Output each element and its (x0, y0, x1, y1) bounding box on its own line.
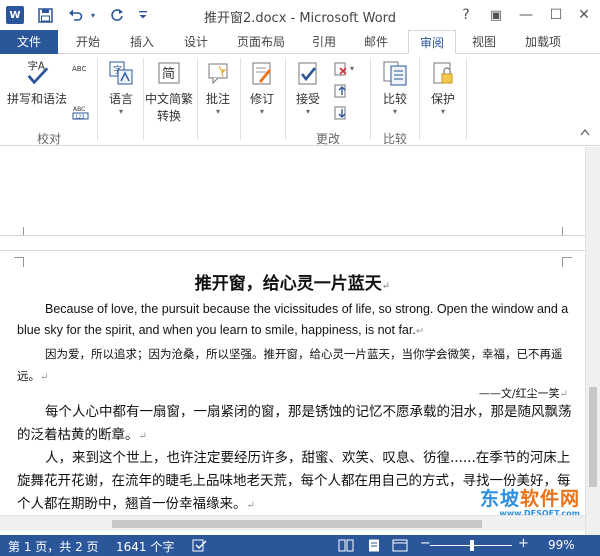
comments-button[interactable]: 批注 ▾ (200, 58, 236, 117)
tab-home[interactable]: 开始 (66, 30, 110, 54)
svg-text:123: 123 (75, 115, 85, 121)
status-bar: 第 1 页，共 2 页 1641 个字 − + 99% (0, 535, 600, 556)
previous-change-icon[interactable] (334, 84, 348, 98)
page-corner-mark (14, 257, 24, 267)
tab-review[interactable]: 审阅 (408, 30, 456, 55)
chinese-conversion-button[interactable]: 简 中文简繁 转换 (142, 58, 196, 124)
chinese-conversion-label-1: 中文简繁 (144, 92, 193, 106)
page-corner-mark (562, 257, 572, 267)
language-button[interactable]: 字 语言 ▾ (101, 58, 141, 117)
comments-dropdown-icon: ▾ (215, 107, 220, 116)
group-separator (97, 58, 98, 140)
horizontal-scroll-thumb[interactable] (112, 520, 482, 528)
tab-design[interactable]: 设计 (174, 30, 218, 54)
language-dropdown-icon: ▾ (118, 107, 123, 116)
accept-button[interactable]: 接受 ▾ (289, 58, 327, 117)
group-separator (466, 58, 467, 140)
web-layout-icon[interactable] (392, 539, 408, 555)
spelling-check-icon: 字A (23, 58, 51, 88)
tab-mailings[interactable]: 邮件 (354, 30, 398, 54)
group-separator (370, 58, 371, 140)
zoom-out-button[interactable]: − (420, 536, 431, 551)
help-button[interactable]: ? (454, 4, 478, 26)
compare-button[interactable]: 比较 ▾ (374, 58, 416, 117)
svg-text:ABC: ABC (73, 106, 85, 113)
track-changes-button[interactable]: 修订 ▾ (244, 58, 280, 117)
proofing-group-label: 校对 (36, 132, 61, 146)
read-mode-icon[interactable] (338, 539, 354, 555)
site-watermark-logo: 东坡软件网 www.DFSOFT.com (479, 488, 580, 518)
accept-dropdown-icon: ▾ (305, 107, 310, 116)
word-count-abc-icon[interactable]: ABC (72, 62, 86, 76)
changes-group-label: 更改 (315, 132, 340, 146)
tab-file[interactable]: 文件 (0, 30, 58, 54)
reject-dropdown-icon[interactable]: ▾ (350, 64, 364, 78)
group-separator (419, 58, 420, 140)
language-icon: 字 (107, 58, 135, 88)
title-bar: W ▾ 推开窗2.docx - Microsoft Word ? ▣ — ☐ ✕ (0, 0, 600, 30)
tab-add-ins[interactable]: 加载项 (514, 30, 572, 54)
protect-label: 保护 (430, 92, 455, 106)
compare-label: 比较 (382, 92, 407, 106)
minimize-button[interactable]: — (514, 4, 538, 26)
zoom-level[interactable]: 99% (548, 538, 575, 552)
word-count-icon[interactable]: ABC 123 (72, 104, 90, 121)
protect-dropdown-icon: ▾ (440, 107, 445, 116)
tab-view[interactable]: 视图 (462, 30, 506, 54)
window-title: 推开窗2.docx - Microsoft Word (203, 11, 397, 26)
vertical-scroll-thumb[interactable] (589, 387, 597, 487)
maximize-button[interactable]: ☐ (544, 4, 568, 26)
track-changes-icon (248, 58, 276, 88)
ribbon-review: 字A 拼写和语法 ABC ABC123 校对 字 语言 ▾ 简 中文简繁 转换 … (0, 54, 600, 146)
group-separator (197, 58, 198, 140)
proofing-status-icon[interactable] (192, 539, 208, 555)
comment-icon (204, 58, 232, 88)
print-layout-icon[interactable] (366, 539, 382, 555)
tab-references[interactable]: 引用 (302, 30, 346, 54)
ribbon-display-options-button[interactable]: ▣ (484, 4, 508, 26)
close-button[interactable]: ✕ (572, 4, 596, 26)
chinese-conversion-label-2: 转换 (156, 109, 181, 123)
group-separator (285, 58, 286, 140)
track-changes-label: 修订 (249, 92, 274, 106)
chinese-conversion-icon: 简 (155, 58, 183, 88)
chinese-summary-paragraph[interactable]: 因为爱，所以追求；因为沧桑，所以坚强。推开窗，给心灵一片蓝天，当你学会微笑，幸福… (17, 343, 572, 389)
spelling-grammar-button[interactable]: 字A 拼写和语法 (4, 58, 70, 107)
svg-text:字A: 字A (28, 59, 45, 72)
body-paragraph-1[interactable]: 每个人心中都有一扇窗，一扇紧闭的窗，那是锈蚀的记忆不愿承载的泪水，那是随风飘荡的… (17, 401, 572, 448)
protect-button[interactable]: 保护 ▾ (423, 58, 463, 117)
language-label: 语言 (108, 92, 133, 106)
page-break-gap (0, 235, 585, 251)
word-count-status[interactable]: 1641 个字 (116, 538, 174, 555)
lock-document-icon (429, 58, 457, 88)
svg-text:ABC: ABC (72, 65, 86, 73)
comments-label: 批注 (205, 92, 230, 106)
vertical-scrollbar[interactable] (585, 147, 600, 535)
accept-icon (294, 58, 322, 88)
spelling-grammar-label: 拼写和语法 (6, 92, 67, 106)
compare-dropdown-icon: ▾ (392, 107, 397, 116)
group-separator (240, 58, 241, 140)
collapse-ribbon-icon[interactable] (580, 128, 594, 142)
next-change-icon[interactable] (334, 106, 348, 120)
svg-text:简: 简 (162, 66, 175, 82)
accept-label: 接受 (295, 92, 320, 106)
page-count-status[interactable]: 第 1 页，共 2 页 (8, 538, 99, 555)
horizontal-scrollbar[interactable] (0, 515, 585, 531)
zoom-in-button[interactable]: + (518, 536, 529, 551)
document-area: 推开窗，给心灵一片蓝天↵ Because of love, the pursui… (0, 147, 600, 535)
ribbon-tab-bar: 文件 开始 插入 设计 页面布局 引用 邮件 审阅 视图 加载项 (0, 30, 600, 55)
document-title[interactable]: 推开窗，给心灵一片蓝天↵ (0, 269, 585, 294)
zoom-slider-thumb[interactable] (470, 540, 474, 551)
compare-group-label: 比较 (382, 132, 407, 146)
author-signature[interactable]: ——文/红尘一笑↵ (479, 385, 568, 401)
track-changes-dropdown-icon: ▾ (259, 107, 264, 116)
compare-icon (381, 58, 409, 88)
reject-icon[interactable] (334, 62, 348, 76)
tab-page-layout[interactable]: 页面布局 (228, 30, 294, 54)
english-paragraph[interactable]: Because of love, the pursuit because the… (17, 299, 572, 342)
tab-insert[interactable]: 插入 (120, 30, 164, 54)
